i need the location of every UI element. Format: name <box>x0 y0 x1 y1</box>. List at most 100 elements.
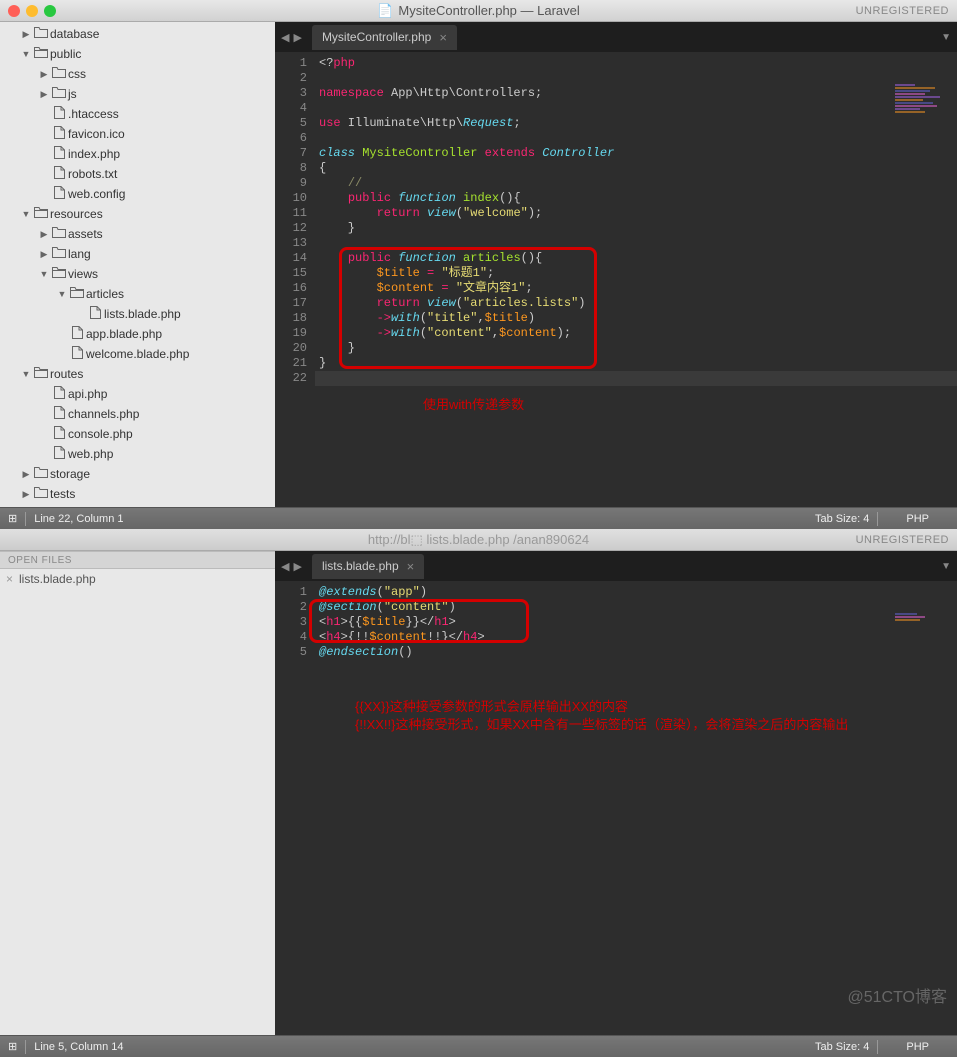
disclosure-arrow-icon[interactable]: ▶ <box>38 69 50 80</box>
disclosure-arrow-icon[interactable]: ▶ <box>38 89 50 100</box>
disclosure-arrow-icon[interactable]: ▼ <box>20 49 32 59</box>
code-line[interactable]: $title = "标题1"; <box>315 266 957 281</box>
code-line[interactable] <box>315 71 957 86</box>
tree-item-tests[interactable]: ▶tests <box>0 484 275 504</box>
tab-size-2[interactable]: Tab Size: 4 <box>815 1041 869 1053</box>
code-line[interactable]: public function articles(){ <box>315 251 957 266</box>
code-line[interactable]: namespace App\Http\Controllers; <box>315 86 957 101</box>
cursor-position: Line 22, Column 1 <box>34 513 123 525</box>
tree-item-storage[interactable]: ▶storage <box>0 464 275 484</box>
tree-item-web-config[interactable]: ▶web.config <box>0 184 275 204</box>
code-line[interactable]: ->with("title",$title) <box>315 311 957 326</box>
tree-item-console-php[interactable]: ▶console.php <box>0 424 275 444</box>
code-area[interactable]: 12345678910111213141516171819202122 <?ph… <box>275 52 957 507</box>
code-line[interactable]: { <box>315 161 957 176</box>
tree-item-favicon-ico[interactable]: ▶favicon.ico <box>0 124 275 144</box>
code-line[interactable] <box>315 236 957 251</box>
tree-item-js[interactable]: ▶js <box>0 84 275 104</box>
tab-mysitecontroller[interactable]: MysiteController.php × <box>312 25 457 50</box>
code-line[interactable]: return view("welcome"); <box>315 206 957 221</box>
open-file-item[interactable]: × lists.blade.php <box>0 569 275 589</box>
tree-item-index-php[interactable]: ▶index.php <box>0 144 275 164</box>
tree-item-api-php[interactable]: ▶api.php <box>0 384 275 404</box>
code-line[interactable]: use Illuminate\Http\Request; <box>315 116 957 131</box>
disclosure-arrow-icon[interactable]: ▶ <box>20 29 32 40</box>
disclosure-arrow-icon[interactable]: ▶ <box>38 249 50 260</box>
code-line[interactable]: <h1>{{$title}}</h1> <box>315 615 957 630</box>
statusbar-2: ⊞ Line 5, Column 14 Tab Size: 4 PHP <box>0 1035 957 1057</box>
tab-dropdown-icon[interactable]: ▼ <box>941 561 951 572</box>
code-line[interactable]: } <box>315 356 957 371</box>
tree-item-database[interactable]: ▶database <box>0 24 275 44</box>
tab-size[interactable]: Tab Size: 4 <box>815 513 869 525</box>
folder-icon <box>32 487 50 501</box>
zoom-window-icon[interactable] <box>44 5 56 17</box>
file-icon <box>50 426 68 442</box>
code-line[interactable]: ->with("content",$content); <box>315 326 957 341</box>
close-icon[interactable]: × <box>407 559 415 574</box>
code-line[interactable]: // <box>315 176 957 191</box>
tree-item-views[interactable]: ▼views <box>0 264 275 284</box>
close-window-icon[interactable] <box>8 5 20 17</box>
tree-item--htaccess[interactable]: ▶.htaccess <box>0 104 275 124</box>
code-line[interactable] <box>315 371 957 386</box>
grid-icon[interactable]: ⊞ <box>8 512 17 525</box>
code-line[interactable] <box>315 101 957 116</box>
code-line[interactable]: class MysiteController extends Controlle… <box>315 146 957 161</box>
tree-item-channels-php[interactable]: ▶channels.php <box>0 404 275 424</box>
tree-item-robots-txt[interactable]: ▶robots.txt <box>0 164 275 184</box>
disclosure-arrow-icon[interactable]: ▼ <box>56 289 68 299</box>
code-line[interactable] <box>315 131 957 146</box>
tree-item-app-blade-php[interactable]: ▶app.blade.php <box>0 324 275 344</box>
code-line[interactable]: } <box>315 221 957 236</box>
tree-item-web-php[interactable]: ▶web.php <box>0 444 275 464</box>
tree-item-css[interactable]: ▶css <box>0 64 275 84</box>
disclosure-arrow-icon[interactable]: ▼ <box>38 269 50 279</box>
line-number: 1 <box>275 585 307 600</box>
minimap-2[interactable] <box>895 613 955 622</box>
code-line[interactable]: @section("content") <box>315 600 957 615</box>
minimap[interactable] <box>895 84 955 114</box>
disclosure-arrow-icon[interactable]: ▶ <box>20 469 32 480</box>
code-content[interactable]: <?php namespace App\Http\Controllers; use … <box>315 52 957 507</box>
file-icon <box>50 106 68 122</box>
syntax-mode-2[interactable]: PHP <box>886 1041 949 1053</box>
nav-back-icon[interactable]: ◀ <box>281 560 289 573</box>
code-line[interactable]: @endsection() <box>315 645 957 660</box>
tree-item-routes[interactable]: ▼routes <box>0 364 275 384</box>
code-line[interactable]: } <box>315 341 957 356</box>
code-line[interactable]: @extends("app") <box>315 585 957 600</box>
code-line[interactable]: <?php <box>315 56 957 71</box>
code-area-2[interactable]: 12345 @extends("app")@section("content")… <box>275 581 957 1035</box>
tab-dropdown-icon[interactable]: ▼ <box>941 32 951 43</box>
code-content-2[interactable]: @extends("app")@section("content")<h1>{{… <box>315 581 957 1035</box>
minimize-window-icon[interactable] <box>26 5 38 17</box>
close-icon[interactable]: × <box>439 30 447 45</box>
nav-forward-icon[interactable]: ▶ <box>293 31 301 44</box>
code-line[interactable]: <h4>{!!$content!!}</h4> <box>315 630 957 645</box>
disclosure-arrow-icon[interactable]: ▶ <box>20 489 32 500</box>
disclosure-arrow-icon[interactable]: ▼ <box>20 209 32 219</box>
code-line[interactable]: return view("articles.lists") <box>315 296 957 311</box>
tree-item-lists-blade-php[interactable]: ▶lists.blade.php <box>0 304 275 324</box>
tree-item-lang[interactable]: ▶lang <box>0 244 275 264</box>
tree-item-welcome-blade-php[interactable]: ▶welcome.blade.php <box>0 344 275 364</box>
tree-label: console.php <box>68 427 133 441</box>
code-line[interactable]: $content = "文章内容1"; <box>315 281 957 296</box>
tree-item-public[interactable]: ▼public <box>0 44 275 64</box>
disclosure-arrow-icon[interactable]: ▶ <box>38 229 50 240</box>
nav-back-icon[interactable]: ◀ <box>281 31 289 44</box>
nav-forward-icon[interactable]: ▶ <box>293 560 301 573</box>
syntax-mode[interactable]: PHP <box>886 513 949 525</box>
disclosure-arrow-icon[interactable]: ▼ <box>20 369 32 379</box>
tree-item-assets[interactable]: ▶assets <box>0 224 275 244</box>
tree-label: .htaccess <box>68 107 119 121</box>
grid-icon[interactable]: ⊞ <box>8 1040 17 1053</box>
code-line[interactable]: public function index(){ <box>315 191 957 206</box>
sidebar[interactable]: ▶database▼public▶css▶js▶.htaccess▶favico… <box>0 22 275 507</box>
tree-item-articles[interactable]: ▼articles <box>0 284 275 304</box>
tab-label: MysiteController.php <box>322 30 431 44</box>
tab-lists-blade[interactable]: lists.blade.php × <box>312 554 424 579</box>
tree-item-resources[interactable]: ▼resources <box>0 204 275 224</box>
close-icon[interactable]: × <box>6 572 13 586</box>
